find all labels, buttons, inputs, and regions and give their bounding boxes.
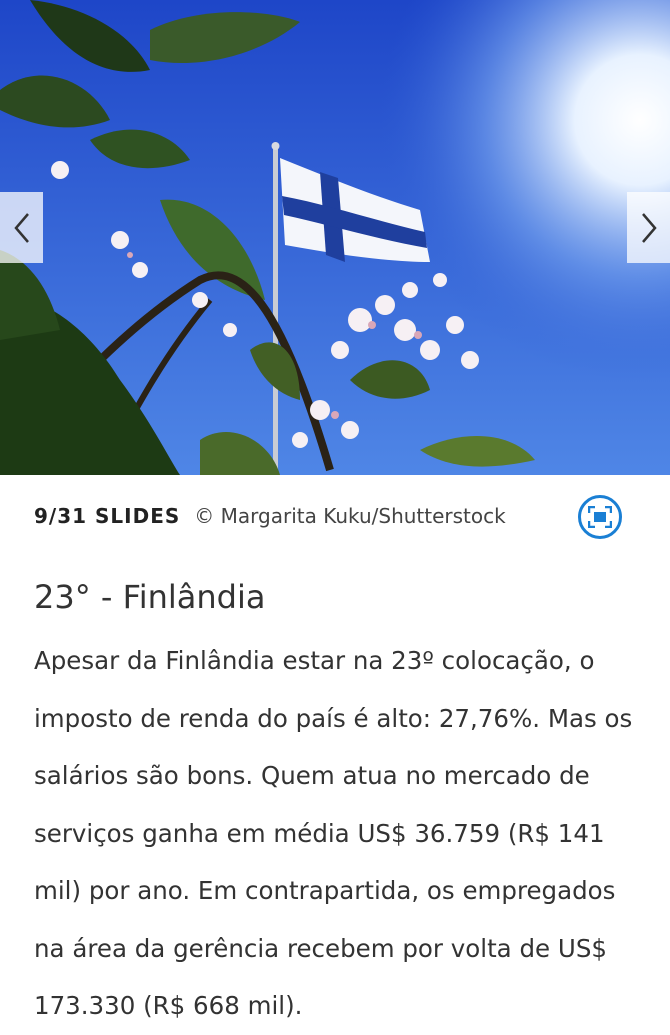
article-body: Apesar da Finlândia estar na 23º colocaç… [34,646,633,1020]
photo-credit: © Margarita Kuku/Shutterstock [194,504,506,528]
slide-counter: 9/31 SLIDES [34,504,181,528]
chevron-left-icon [13,212,29,243]
fullscreen-icon [588,506,612,528]
article-title: 23° - Finlândia [34,578,266,616]
finland-flag-photo [0,0,670,475]
fullscreen-button[interactable] [578,495,622,539]
next-slide-button[interactable] [627,192,670,263]
slide-image [0,0,670,475]
chevron-right-icon [641,212,657,243]
slide-caption: 9/31 SLIDES © Margarita Kuku/Shutterstoc… [34,500,506,532]
previous-slide-button[interactable] [0,192,43,263]
